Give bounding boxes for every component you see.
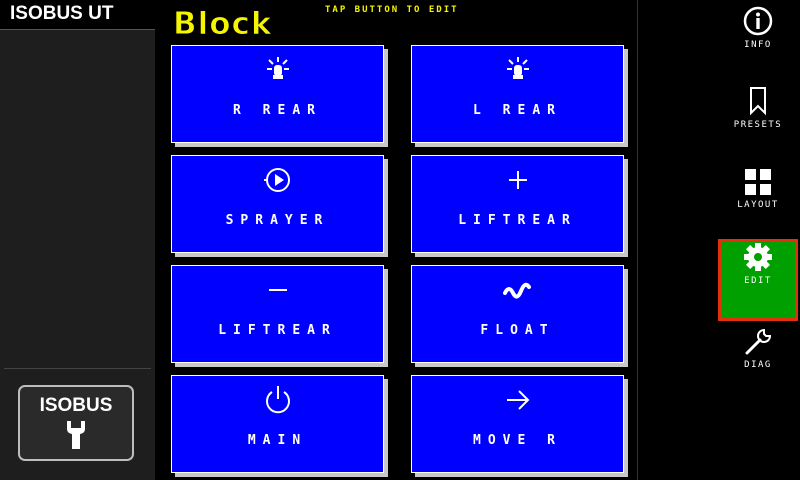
power-icon [172, 386, 383, 414]
arrow-right-icon [412, 387, 623, 413]
app-title: ISOBUS UT [0, 0, 155, 30]
diag-button[interactable]: DIAG [718, 324, 798, 402]
lamp-icon [412, 57, 623, 83]
block-button-move-r[interactable]: MOVE R [411, 375, 624, 473]
gear-icon [721, 242, 795, 272]
wave-icon [412, 277, 623, 303]
block-label: LIFTREAR [218, 323, 337, 338]
layout-label: LAYOUT [737, 200, 779, 210]
edit-hint: TAP BUTTON TO EDIT [325, 5, 459, 15]
block-label: SPRAYER [225, 213, 330, 228]
page-title: Block [173, 6, 273, 43]
layout-button[interactable]: LAYOUT [718, 164, 798, 242]
block-label: FLOAT [480, 323, 555, 338]
block-label: MAIN [247, 433, 308, 448]
isobus-logo-text: ISOBUS [39, 395, 113, 416]
block-label: L REAR [473, 103, 562, 118]
left-panel: ISOBUS UT ISOBUS [0, 0, 155, 480]
diag-label: DIAG [744, 360, 772, 370]
presets-label: PRESETS [733, 120, 783, 130]
info-label: INFO [744, 40, 772, 50]
wrench-icon [67, 421, 85, 449]
divider [4, 368, 151, 369]
edit-button[interactable]: EDIT [718, 239, 798, 321]
block-button-main[interactable]: MAIN [171, 375, 384, 473]
presets-button[interactable]: PRESETS [718, 84, 798, 162]
block-button-r-rear[interactable]: R REAR [171, 45, 384, 143]
block-label: LIFTREAR [458, 213, 577, 228]
block-button-float[interactable]: FLOAT [411, 265, 624, 363]
lamp-icon [172, 57, 383, 83]
plus-icon [412, 167, 623, 193]
grid-icon [718, 164, 798, 196]
edit-label: EDIT [744, 276, 772, 286]
bookmark-icon [718, 84, 798, 116]
block-button-sprayer[interactable]: SPRAYER [171, 155, 384, 253]
info-button[interactable]: INFO [718, 4, 798, 82]
block-label: R REAR [233, 103, 322, 118]
isobus-logo: ISOBUS [18, 385, 134, 461]
info-icon [718, 4, 798, 36]
minus-icon [172, 277, 383, 303]
block-button-l-rear[interactable]: L REAR [411, 45, 624, 143]
block-button-liftrear-up[interactable]: LIFTREAR [411, 155, 624, 253]
play-circle-icon [172, 167, 383, 193]
wrench-icon [718, 324, 798, 356]
block-button-liftrear-down[interactable]: LIFTREAR [171, 265, 384, 363]
block-label: MOVE R [473, 433, 562, 448]
